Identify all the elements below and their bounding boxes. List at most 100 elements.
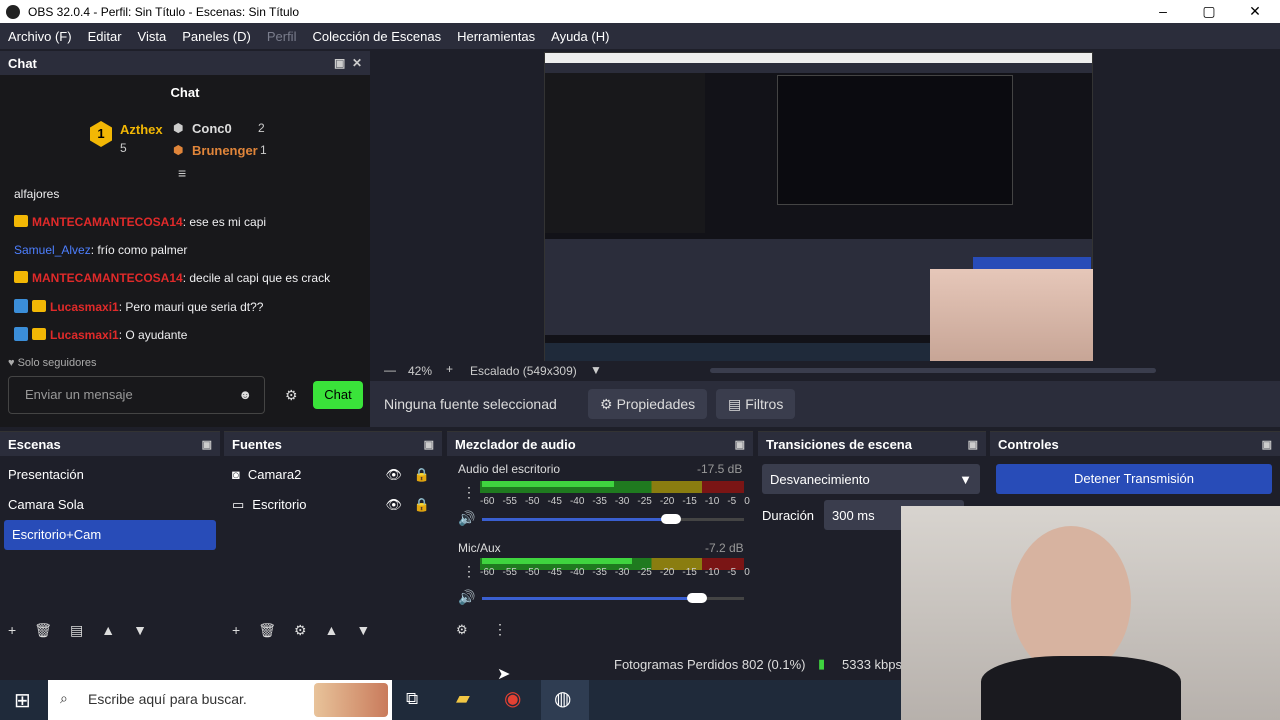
menu-vista[interactable]: Vista xyxy=(130,29,175,44)
speaker-icon[interactable]: 🔊 xyxy=(458,589,475,606)
scenes-dock: Escenas ▣ Presentación Camara Sola Escrit… xyxy=(0,431,220,645)
title-bar: OBS 32.0.4 - Perfil: Sin Título - Escena… xyxy=(0,0,1280,23)
emote-icon[interactable]: ☻ xyxy=(238,387,252,402)
task-view-icon[interactable]: ⧉ xyxy=(406,689,418,709)
scene-item-selected[interactable]: Escritorio+Cam xyxy=(4,520,216,550)
chat-message: Lucasmaxi1: O ayudante xyxy=(14,327,187,342)
volume-fill xyxy=(482,518,671,521)
crown-icon xyxy=(14,271,28,283)
scene-item[interactable]: Camara Sola xyxy=(0,490,220,520)
channel-menu-icon[interactable]: ⋮ xyxy=(462,484,476,501)
expand-leaderboard-icon[interactable]: ≡ xyxy=(178,165,186,181)
move-up-icon[interactable]: ▲ xyxy=(101,622,115,639)
filters-button[interactable]: ▤ Filtros xyxy=(716,389,796,419)
chat-input[interactable]: Enviar un mensaje ☻ xyxy=(8,376,265,414)
channel-db: -7.2 dB xyxy=(705,541,744,555)
speaker-icon[interactable]: 🔊 xyxy=(458,510,475,527)
menu-paneles[interactable]: Paneles (D) xyxy=(174,29,259,44)
move-up-icon[interactable]: ▲ xyxy=(325,622,339,639)
dock-float-icon[interactable]: ▣ xyxy=(424,438,434,451)
dock-float-icon[interactable]: ▣ xyxy=(735,438,745,451)
eye-icon[interactable]: 👁 xyxy=(385,460,402,490)
move-down-icon[interactable]: ▼ xyxy=(356,622,370,639)
mixer-settings-icon[interactable]: ⚙ xyxy=(456,622,468,638)
signal-icon: ▮ xyxy=(818,656,826,671)
scene-item[interactable]: Presentación xyxy=(0,460,220,490)
menu-coleccion[interactable]: Colección de Escenas xyxy=(304,29,449,44)
webcam-overlay xyxy=(901,506,1280,720)
nested-titlebar xyxy=(545,53,1092,63)
properties-button[interactable]: ⚙ Propiedades xyxy=(588,389,708,419)
taskbar-search-input[interactable]: ⌕ Escribe aquí para buscar. xyxy=(48,680,392,720)
menu-perfil[interactable]: Perfil xyxy=(259,29,305,44)
window-title: OBS 32.0.4 - Perfil: Sin Título - Escena… xyxy=(28,4,300,19)
remove-source-icon[interactable]: 🗑 xyxy=(258,622,276,639)
camera-icon: ◙ xyxy=(232,467,240,482)
menu-archivo[interactable]: Archivo (F) xyxy=(0,29,80,44)
dock-float-close-icon[interactable]: ▣ ✕ xyxy=(334,56,362,70)
nested-webcam xyxy=(930,269,1093,361)
zoom-level: 42% xyxy=(408,364,433,378)
meter-ticks: -60 -55 -50 -45 -40 -35 -30 -25 -20 -15 -10 -5 0 xyxy=(480,496,750,507)
source-toolbar: Ninguna fuente seleccionad ⚙ Propiedades … xyxy=(370,381,1280,427)
nested-menubar xyxy=(545,63,1092,73)
add-source-icon[interactable]: + xyxy=(232,622,240,639)
lock-icon[interactable]: 🔒 xyxy=(414,490,430,520)
transition-select[interactable]: Desvanecimiento ▼ xyxy=(762,464,980,494)
preview-canvas[interactable] xyxy=(544,52,1093,361)
scale-dropdown-icon[interactable]: ▼ xyxy=(590,363,602,377)
sources-title: Fuentes xyxy=(232,436,282,452)
dock-float-icon[interactable]: ▣ xyxy=(202,438,212,451)
mixer-title: Mezclador de audio xyxy=(455,436,576,452)
scene-filters-icon[interactable]: ▤ xyxy=(70,622,83,639)
menu-herramientas[interactable]: Herramientas xyxy=(449,29,543,44)
move-down-icon[interactable]: ▼ xyxy=(133,622,147,639)
rank-1-badge: 1 xyxy=(90,121,112,147)
leader-name-3[interactable]: Brunenger xyxy=(192,143,258,158)
rank-3-icon: ⬢ xyxy=(173,143,184,157)
chat-message: MANTECAMANTECOSA14: ese es mi capi xyxy=(14,215,266,229)
windows-start-icon[interactable]: ⊞ xyxy=(14,688,31,713)
leader-name-1[interactable]: Azthex xyxy=(120,122,163,137)
chrome-icon[interactable]: ◉ xyxy=(504,686,521,711)
stop-stream-button[interactable]: Detener Transmisión xyxy=(996,464,1272,494)
close-button[interactable]: ✕ xyxy=(1232,0,1278,23)
leader-count-3: 1 xyxy=(260,143,267,157)
menu-editar[interactable]: Editar xyxy=(80,29,130,44)
chat-settings-gear-icon[interactable]: ⚙ xyxy=(285,387,298,404)
nested-preview xyxy=(777,75,1013,205)
channel-menu-icon[interactable]: ⋮ xyxy=(462,563,476,580)
eye-icon[interactable]: 👁 xyxy=(385,490,402,520)
transitions-title: Transiciones de escena xyxy=(766,436,912,452)
preview-scrollbar[interactable] xyxy=(710,368,1156,373)
webcam-person-image xyxy=(1011,526,1131,676)
menu-ayuda[interactable]: Ayuda (H) xyxy=(543,29,617,44)
lock-icon[interactable]: 🔒 xyxy=(414,460,430,490)
volume-knob[interactable] xyxy=(687,593,707,603)
chat-header: Chat xyxy=(170,85,200,100)
obs-logo-icon xyxy=(6,4,20,19)
source-item[interactable]: ▭ Escritorio 👁 🔒 xyxy=(224,490,442,520)
zoom-out-icon[interactable]: — xyxy=(384,363,396,377)
no-source-label: Ninguna fuente seleccionad xyxy=(384,396,557,412)
dock-float-icon[interactable]: ▣ xyxy=(968,438,978,451)
source-item[interactable]: ◙ Camara2 👁 🔒 xyxy=(224,460,442,490)
leader-name-2[interactable]: Conc0 xyxy=(192,121,232,136)
obs-taskbar-icon[interactable]: ◍ xyxy=(554,686,571,711)
dock-float-icon[interactable]: ▣ xyxy=(1262,438,1272,451)
file-explorer-icon[interactable]: ▰ xyxy=(456,688,470,709)
controls-title: Controles xyxy=(998,436,1059,452)
source-properties-gear-icon[interactable]: ⚙ xyxy=(294,622,307,639)
chat-send-button[interactable]: Chat xyxy=(313,381,363,409)
minimize-button[interactable]: – xyxy=(1140,0,1186,23)
maximize-button[interactable]: ▢ xyxy=(1186,0,1232,23)
remove-scene-icon[interactable]: 🗑 xyxy=(34,622,52,639)
chat-dock: Chat ▣ ✕ Chat 1 Azthex 5 ⬢ Conc0 2 ⬢ Bru… xyxy=(0,51,370,427)
leader-count-2: 2 xyxy=(258,121,265,135)
mixer-menu-icon[interactable]: ⋮ xyxy=(493,621,507,638)
badge-icon xyxy=(14,327,28,341)
volume-knob[interactable] xyxy=(661,514,681,524)
zoom-in-icon[interactable]: + xyxy=(446,362,453,376)
crown-icon xyxy=(14,215,28,227)
add-scene-icon[interactable]: + xyxy=(8,622,16,639)
